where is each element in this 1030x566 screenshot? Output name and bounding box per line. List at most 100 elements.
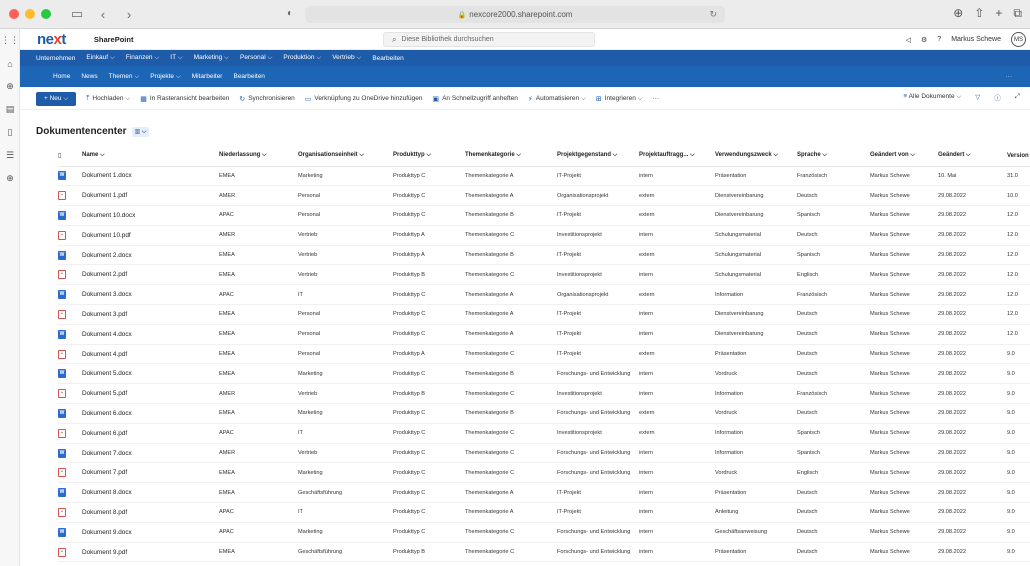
megaphone-icon[interactable]: ◁ xyxy=(906,36,911,44)
info-icon[interactable]: ⓘ xyxy=(994,92,1001,102)
home-icon[interactable]: ⌂ xyxy=(0,52,20,75)
table-row[interactable]: W Dokument 6.docx EMEA Marketing Produkttyp … xyxy=(58,403,1030,424)
upload-button[interactable]: ⤒ Hochladen ⌵ xyxy=(86,95,130,103)
cell-file-name[interactable]: Dokument 10.docx xyxy=(82,205,219,226)
cell-file-name[interactable]: Dokument 4.docx xyxy=(82,324,219,345)
cell-file-name[interactable]: Dokument 5.pdf xyxy=(82,383,219,405)
table-row[interactable]: W Dokument 1.docx EMEA Marketing Produkttyp … xyxy=(58,166,1030,187)
table-row[interactable]: W Dokument 3.docx APAC IT Produkttyp C Themen… xyxy=(58,284,1030,306)
cell-file-name[interactable]: Dokument 6.docx xyxy=(82,403,219,424)
site-nav-themen[interactable]: Themen ⌵ xyxy=(109,73,140,81)
more-icon[interactable]: ··· xyxy=(1006,73,1013,80)
hub-nav-it[interactable]: IT ⌵ xyxy=(170,54,182,62)
table-row[interactable]: W Dokument 10.docx APAC Personal Produkttyp … xyxy=(58,205,1030,226)
cell-file-name[interactable]: Dokument 5.docx xyxy=(82,363,219,385)
hub-nav-bearbeiten[interactable]: Bearbeiten xyxy=(372,55,403,62)
news-icon[interactable]: ▤ xyxy=(0,98,20,121)
column-header-produkttyp[interactable]: Produkttyp ⌵ xyxy=(393,146,465,167)
cell-file-name[interactable]: Dokument 9.docx xyxy=(82,522,219,543)
download-icon[interactable]: ⊕ xyxy=(953,6,963,21)
hub-nav-finanzen[interactable]: Finanzen ⌵ xyxy=(126,54,159,62)
address-bar[interactable]: 🔒 nexcore2000.sharepoint.com ↻ xyxy=(305,6,725,23)
table-row[interactable]: ▪ Dokument 6.pdf APAC IT Produkttyp C Themenk… xyxy=(58,423,1030,444)
table-row[interactable]: W Dokument 2.docx EMEA Vertrieb Produkttyp A… xyxy=(58,245,1030,266)
column-header-verwendungszweck[interactable]: Verwendungszweck ⌵ xyxy=(715,146,797,167)
expand-icon[interactable]: ⤢ xyxy=(1015,93,1020,101)
hub-nav-einkauf[interactable]: Einkauf ⌵ xyxy=(86,54,114,62)
file-type-header-icon[interactable]: ▯ xyxy=(58,146,82,167)
automate-button[interactable]: ⚡ Automatisieren ⌵ xyxy=(528,95,586,103)
minimize-window-button[interactable] xyxy=(25,9,35,19)
hub-nav-personal[interactable]: Personal ⌵ xyxy=(240,54,272,62)
column-header-niederlassung[interactable]: Niederlassung ⌵ xyxy=(219,146,298,167)
filter-icon[interactable]: ▽ xyxy=(975,93,980,101)
table-row[interactable]: ▪ Dokument 9.pdf EMEA Geschäftsführung Produ… xyxy=(58,542,1030,563)
table-row[interactable]: W Dokument 5.docx EMEA Marketing Produkttyp … xyxy=(58,363,1030,385)
cell-file-name[interactable]: Dokument 6.pdf xyxy=(82,423,219,444)
gear-icon[interactable]: ⚙ xyxy=(921,36,927,44)
table-row[interactable]: W Dokument 7.docx AMER Vertrieb Produkttyp C… xyxy=(58,443,1030,464)
table-row[interactable]: ▪ Dokument 7.pdf EMEA Marketing Produkttyp C… xyxy=(58,462,1030,484)
cell-file-name[interactable]: Dokument 3.pdf xyxy=(82,304,219,325)
cell-file-name[interactable]: Dokument 2.docx xyxy=(82,245,219,266)
hub-nav-vertrieb[interactable]: Vertrieb ⌵ xyxy=(332,54,361,62)
user-name[interactable]: Markus Schewe xyxy=(951,36,1001,43)
maximize-window-button[interactable] xyxy=(41,9,51,19)
cell-file-name[interactable]: Dokument 8.docx xyxy=(82,482,219,504)
avatar[interactable]: MS xyxy=(1011,32,1026,47)
privacy-shield-icon[interactable]: ◐ xyxy=(287,8,293,19)
site-nav-bearbeiten[interactable]: Bearbeiten xyxy=(233,73,264,80)
pin-quick-access-button[interactable]: ▣ An Schnellzugriff anheften xyxy=(432,95,517,103)
close-window-button[interactable] xyxy=(9,9,19,19)
share-icon[interactable]: ⇧ xyxy=(974,6,984,21)
reload-icon[interactable]: ↻ xyxy=(709,9,717,20)
lists-icon[interactable]: ☰ xyxy=(0,144,20,167)
new-button[interactable]: + Neu ⌵ xyxy=(36,91,77,106)
app-name[interactable]: SharePoint xyxy=(94,35,134,44)
cell-file-name[interactable]: Dokument 3.docx xyxy=(82,284,219,306)
table-row[interactable]: ▪ Dokument 2.pdf EMEA Vertrieb Produkttyp BT… xyxy=(58,264,1030,286)
cell-file-name[interactable]: Dokument 2.pdf xyxy=(82,264,219,286)
hub-nav-produktion[interactable]: Produktion ⌵ xyxy=(283,54,321,62)
cell-file-name[interactable]: Dokument 4.pdf xyxy=(82,344,219,365)
cell-file-name[interactable]: Dokument 7.pdf xyxy=(82,462,219,484)
column-header-organisationseinheit[interactable]: Organisationseinheit ⌵ xyxy=(298,146,393,167)
sidebar-toggle-icon[interactable]: ▭ xyxy=(69,6,85,22)
site-nav-projekte[interactable]: Projekte ⌵ xyxy=(150,73,181,81)
table-row[interactable]: W Dokument 9.docx APAC Marketing Produkttyp … xyxy=(58,522,1030,543)
column-header-name[interactable]: Name ⌵ xyxy=(82,146,219,167)
cell-file-name[interactable]: Dokument 1.pdf xyxy=(82,185,219,207)
cell-file-name[interactable]: Dokument 10.pdf xyxy=(82,225,219,246)
site-nav-news[interactable]: News xyxy=(81,73,97,80)
table-row[interactable]: ▪ Dokument 10.pdf AMER Vertrieb Produkttyp A… xyxy=(58,225,1030,246)
globe-icon[interactable]: ⊕ xyxy=(0,75,20,98)
cell-file-name[interactable]: Dokument 9.pdf xyxy=(82,542,219,563)
file-icon[interactable]: ▯ xyxy=(0,121,20,144)
app-launcher-icon[interactable]: ⋮⋮ xyxy=(0,29,20,52)
table-row[interactable]: ▪ Dokument 1.pdf AMER Personal Produkttyp CT… xyxy=(58,185,1030,207)
hub-nav-marketing[interactable]: Marketing ⌵ xyxy=(194,54,229,62)
cell-file-name[interactable]: Dokument 1.docx xyxy=(82,166,219,187)
table-row[interactable]: ▪ Dokument 5.pdf AMER Vertrieb Produkttyp BT… xyxy=(58,383,1030,405)
search-input[interactable]: ⌕ Diese Bibliothek durchsuchen xyxy=(383,32,595,47)
site-nav-home[interactable]: Home xyxy=(53,73,70,80)
create-icon[interactable]: ⊕ xyxy=(0,167,20,190)
column-header-version[interactable]: Version xyxy=(1007,146,1030,167)
forward-icon[interactable]: › xyxy=(121,7,137,22)
table-row[interactable]: ▪ Dokument 8.pdf APAC IT Produkttyp C Themenk… xyxy=(58,502,1030,523)
back-icon[interactable]: ‹ xyxy=(95,7,111,22)
view-selector[interactable]: ≡ Alle Dokumente ⌵ xyxy=(903,93,961,101)
grid-edit-button[interactable]: ▦ In Rasteransicht bearbeiten xyxy=(140,95,229,103)
column-header-projektauftraggeber[interactable]: Projektauftragg... ⌵ xyxy=(639,146,715,167)
column-header-geaendert-von[interactable]: Geändert von ⌵ xyxy=(870,146,938,167)
table-row[interactable]: ▪ Dokument 3.pdf EMEA Personal Produkttyp CT… xyxy=(58,304,1030,325)
new-tab-icon[interactable]: + xyxy=(995,6,1002,21)
table-row[interactable]: W Dokument 8.docx EMEA Geschäftsführung Prod… xyxy=(58,482,1030,504)
view-switch-icon[interactable]: ▥ ⌵ xyxy=(131,126,150,137)
cell-file-name[interactable]: Dokument 8.pdf xyxy=(82,502,219,523)
site-nav-mitarbeiter[interactable]: Mitarbeiter xyxy=(192,73,223,80)
integrate-button[interactable]: ⊞ Integrieren ⌵ xyxy=(596,95,643,103)
onedrive-shortcut-button[interactable]: ▭ Verknüpfung zu OneDrive hinzufügen xyxy=(305,95,423,103)
cell-file-name[interactable]: Dokument 7.docx xyxy=(82,443,219,464)
hub-nav-unternehmen[interactable]: Unternehmen xyxy=(36,55,75,62)
